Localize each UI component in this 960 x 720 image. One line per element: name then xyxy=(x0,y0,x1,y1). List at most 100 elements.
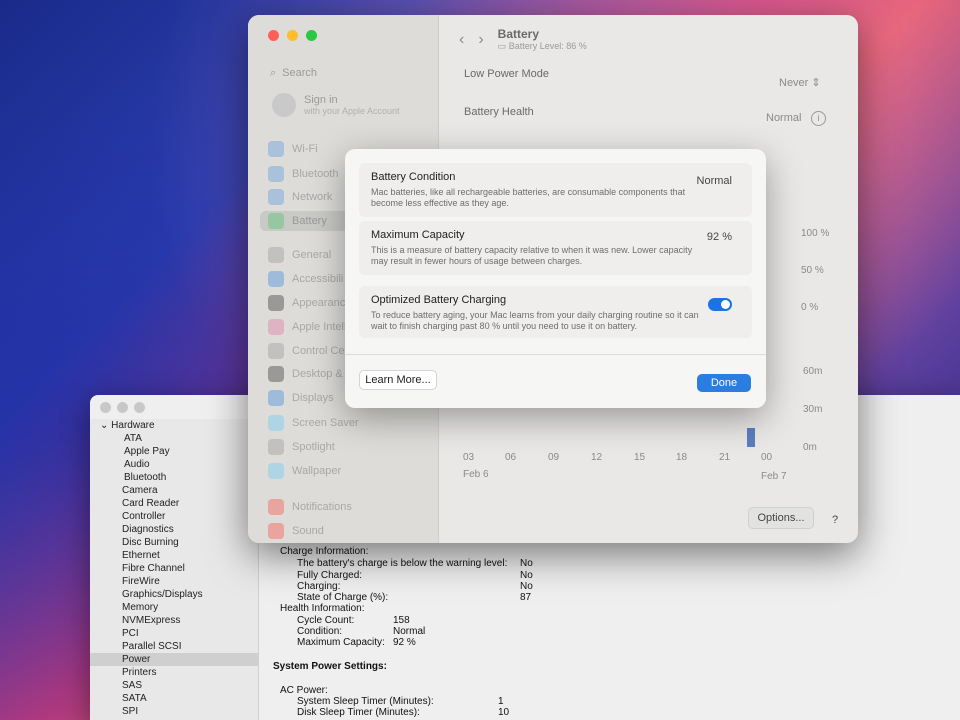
max-capacity-label: Maximum Capacity: xyxy=(297,637,385,648)
sidebar-item-sata[interactable]: SATA xyxy=(90,692,258,705)
y2-axis-label-0m: 0m xyxy=(803,442,817,453)
maximum-capacity-section: Maximum Capacity This is a measure of ba… xyxy=(359,221,752,275)
max-capacity-value: 92 % xyxy=(393,637,416,648)
sidebar-item-label: Desktop & xyxy=(292,368,343,380)
soc-label: State of Charge (%): xyxy=(297,592,389,603)
sidebar-item-sas[interactable]: SAS xyxy=(90,679,258,692)
condition-label: Condition: xyxy=(297,626,343,637)
x-axis-tick-label: 18 xyxy=(676,452,688,463)
sidebar-item-pci[interactable]: PCI xyxy=(90,627,258,640)
charge-info-heading: Charge Information: xyxy=(280,546,369,557)
sidebar-item-bluetooth[interactable]: Bluetooth xyxy=(90,471,258,484)
sidebar-item-card-reader[interactable]: Card Reader xyxy=(90,497,258,510)
sidebar-item-diagnostics[interactable]: Diagnostics xyxy=(90,523,258,536)
x-axis-tick-label: 21 xyxy=(719,452,731,463)
sidebar-item-spi[interactable]: SPI xyxy=(90,705,258,718)
sidebar-item-label: Screen Saver xyxy=(292,417,359,429)
search-field[interactable]: ⌕ Search xyxy=(266,62,430,84)
sidebar-item-controller[interactable]: Controller xyxy=(90,510,258,523)
sidebar-item-fibre-channel[interactable]: Fibre Channel xyxy=(90,562,258,575)
sidebar-item-firewire[interactable]: FireWire xyxy=(90,575,258,588)
sidebar-item-label: Spotlight xyxy=(292,441,335,453)
sign-in-item[interactable]: Sign in with your Apple Account xyxy=(272,93,400,117)
sidebar-item-graphics-displays[interactable]: Graphics/Displays xyxy=(90,588,258,601)
sidebar-item-label: Displays xyxy=(292,392,334,404)
sidebar-item-sound[interactable]: Sound xyxy=(260,521,428,541)
minimize-button[interactable] xyxy=(117,401,128,413)
sidebar-group-hardware[interactable]: ⌄ Hardware xyxy=(90,419,258,432)
sidebar-item-wallpaper[interactable]: Wallpaper xyxy=(260,461,428,481)
settings-header: ‹ › Battery ▭ Battery Level: 86 % xyxy=(459,27,587,52)
sidebar-item-disc-burning[interactable]: Disc Burning xyxy=(90,536,258,549)
battery-icon: ▭ xyxy=(497,41,507,51)
usage-bar xyxy=(747,428,755,447)
sidebar-item-label: Wallpaper xyxy=(292,465,342,477)
help-button[interactable]: ? xyxy=(826,511,844,529)
y2-axis-label-60m: 60m xyxy=(803,366,823,377)
options-button[interactable]: Options... xyxy=(748,507,814,529)
sidebar-item-ethernet[interactable]: Ethernet xyxy=(90,549,258,562)
page-title: Battery xyxy=(497,27,540,41)
charging-value: No xyxy=(520,581,533,592)
sidebar-item-label: Control Ce xyxy=(292,345,345,357)
battery-level-subtitle: ▭ Battery Level: 86 % xyxy=(498,41,587,52)
x-axis-tick-label: 03 xyxy=(463,452,475,463)
sidebar-item-label: Sound xyxy=(292,525,324,537)
optimized-charging-title: Optimized Battery Charging xyxy=(371,294,507,306)
condition-value: Normal xyxy=(393,626,426,637)
fully-charged-label: Fully Charged: xyxy=(297,570,363,581)
battery-condition-section: Battery Condition Mac batteries, like al… xyxy=(359,163,752,217)
battery-health-label: Battery Health xyxy=(464,106,534,118)
sidebar-item-spotlight[interactable]: Spotlight xyxy=(260,437,428,457)
battery-level-text: Battery Level: 86 % xyxy=(508,41,587,51)
bluetooth-icon xyxy=(268,166,284,182)
sidebar-item-label: Apple Intell xyxy=(292,321,347,333)
sidebar-item-label: Battery xyxy=(292,215,327,227)
x-axis-tick-label: 15 xyxy=(634,452,646,463)
close-button[interactable] xyxy=(100,401,111,413)
learn-more-button[interactable]: Learn More... xyxy=(359,370,437,390)
ac-power-heading: AC Power: xyxy=(280,685,328,696)
battery-condition-desc: Mac batteries, like all rechargeable bat… xyxy=(371,187,686,208)
low-power-mode-select[interactable]: Never ⇕ xyxy=(779,76,821,89)
sidebar-item-camera[interactable]: Camera xyxy=(90,484,258,497)
accessibility-icon xyxy=(268,271,284,287)
fully-charged-value: No xyxy=(520,570,533,581)
search-icon: ⌕ xyxy=(270,66,277,79)
y2-axis-label-30m: 30m xyxy=(803,404,823,415)
optimized-charging-section: Optimized Battery Charging To reduce bat… xyxy=(359,286,752,338)
sidebar-item-audio[interactable]: Audio xyxy=(90,458,258,471)
chevron-down-icon: ⌄ xyxy=(100,420,109,431)
battery-icon xyxy=(268,213,284,229)
maximum-capacity-title: Maximum Capacity xyxy=(371,229,465,241)
battery-condition-title: Battery Condition xyxy=(371,171,456,183)
sidebar-item-screen-saver[interactable]: Screen Saver xyxy=(260,413,428,433)
health-info-heading: Health Information: xyxy=(280,603,365,614)
sidebar-item-printers[interactable]: Printers xyxy=(90,666,258,679)
close-button[interactable] xyxy=(268,30,279,41)
zoom-button[interactable] xyxy=(306,30,317,41)
display-icon xyxy=(268,390,284,406)
sidebar-item-power[interactable]: Power xyxy=(90,653,258,666)
sidebar-item-nvmexpress[interactable]: NVMExpress xyxy=(90,614,258,627)
sidebar-item-memory[interactable]: Memory xyxy=(90,601,258,614)
screen-saver-icon xyxy=(268,415,284,431)
updown-chevron-icon: ⇕ xyxy=(811,77,821,89)
cycle-count-label: Cycle Count: xyxy=(297,615,355,626)
zoom-button[interactable] xyxy=(134,401,145,413)
warning-label: The battery's charge is below the warnin… xyxy=(297,558,508,569)
cycle-count-value: 158 xyxy=(393,615,410,626)
back-chevron-icon[interactable]: ‹ xyxy=(459,31,464,49)
optimized-charging-toggle[interactable] xyxy=(708,298,732,311)
maximum-capacity-desc: This is a measure of battery capacity re… xyxy=(371,245,693,266)
sidebar-item-parallel-scsi[interactable]: Parallel SCSI xyxy=(90,640,258,653)
info-icon[interactable]: i xyxy=(811,111,826,126)
sidebar-item-ata[interactable]: ATA xyxy=(90,432,258,445)
sidebar-group-label: Hardware xyxy=(111,420,155,431)
sidebar-item-apple-pay[interactable]: Apple Pay xyxy=(90,445,258,458)
forward-chevron-icon[interactable]: › xyxy=(478,31,483,49)
sidebar-item-notifications[interactable]: Notifications xyxy=(260,497,428,517)
x-axis-tick-label: 00 xyxy=(761,452,773,463)
done-button[interactable]: Done xyxy=(697,374,751,392)
minimize-button[interactable] xyxy=(287,30,298,41)
